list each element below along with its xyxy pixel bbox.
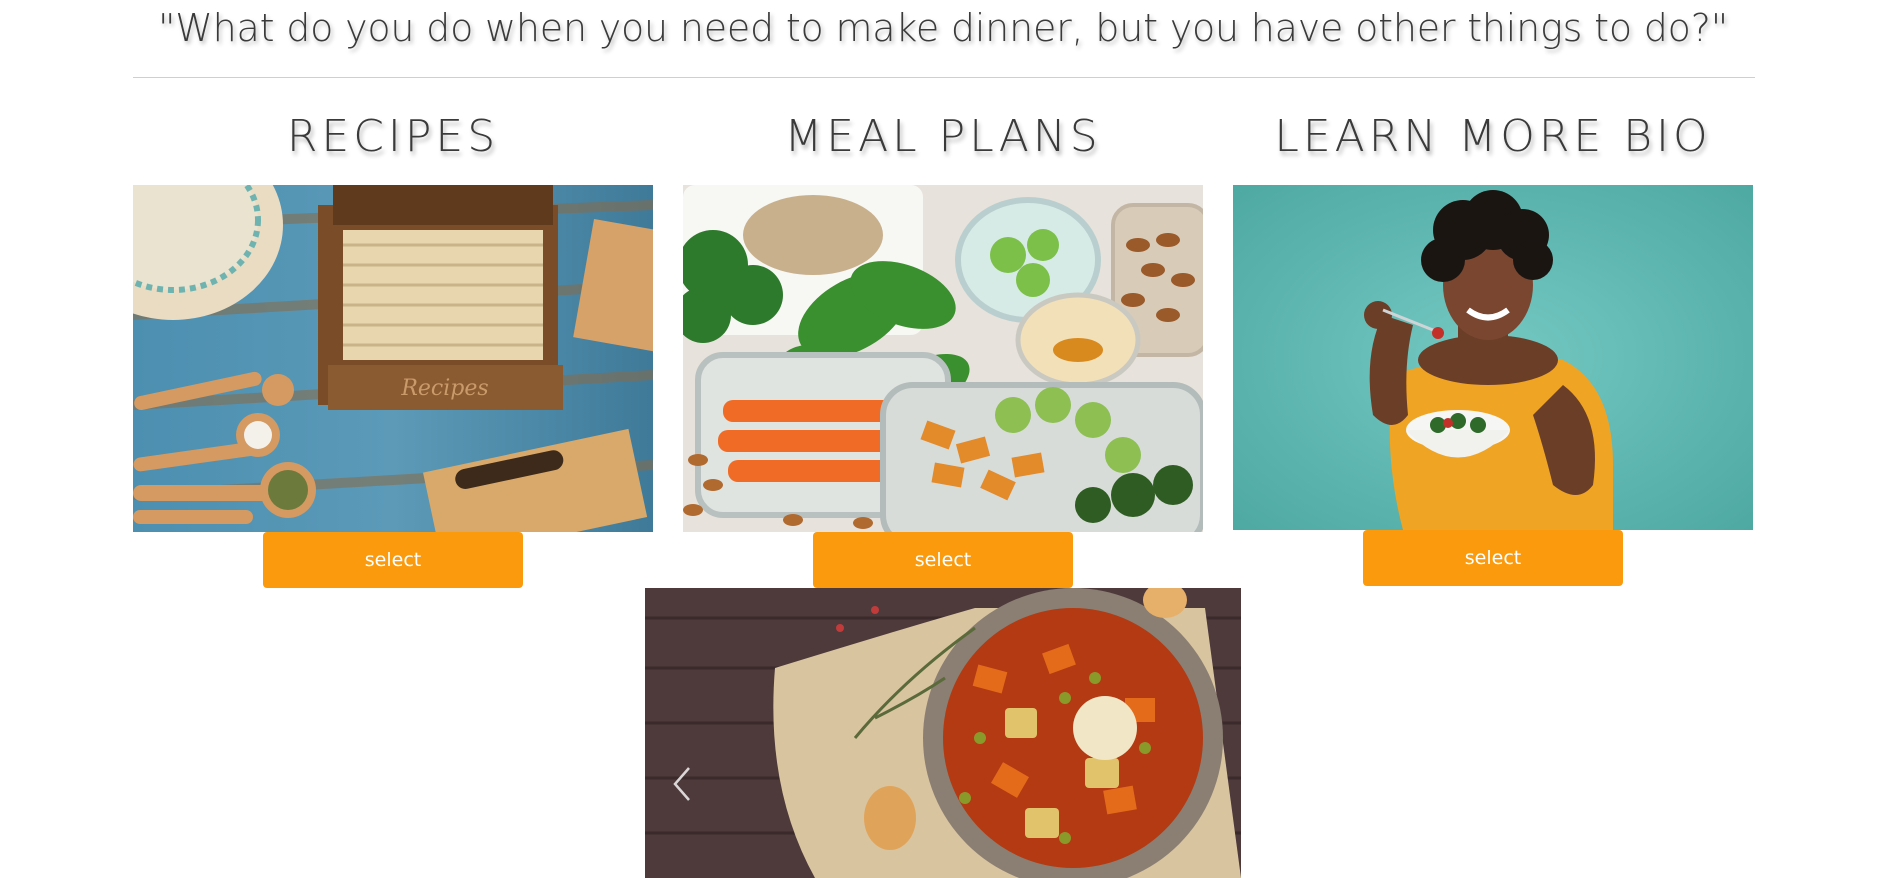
recipes-select-button[interactable]: select bbox=[263, 532, 523, 588]
recipes-image: Recipes bbox=[133, 185, 653, 532]
page-quote: "What do you do when you need to make di… bbox=[158, 6, 1728, 50]
meal-plans-image-art bbox=[683, 185, 1203, 532]
meal-plans-select-button[interactable]: select bbox=[813, 532, 1073, 588]
carousel bbox=[645, 588, 1241, 878]
card-meal-plans: MEAL PLANS select bbox=[683, 108, 1203, 588]
chevron-left-icon bbox=[673, 767, 690, 801]
card-title-meal-plans: MEAL PLANS bbox=[784, 111, 1102, 162]
meal-plans-image bbox=[683, 185, 1203, 532]
bio-select-button[interactable]: select bbox=[1363, 530, 1623, 586]
bio-image bbox=[1233, 185, 1753, 530]
carousel-prev-button[interactable] bbox=[667, 764, 697, 804]
recipes-image-art: Recipes bbox=[133, 185, 653, 532]
divider bbox=[133, 77, 1755, 78]
carousel-image-stew bbox=[645, 588, 1241, 878]
page: "What do you do when you need to make di… bbox=[0, 0, 1886, 878]
card-learn-more-bio: LEARN MORE BIO select bbox=[1233, 108, 1753, 586]
card-title-learn-more-bio: LEARN MORE BIO bbox=[1274, 111, 1712, 162]
bio-image-art bbox=[1233, 185, 1753, 530]
card-recipes: RECIPES Recipes select bbox=[133, 108, 653, 588]
card-title-recipes: RECIPES bbox=[286, 111, 500, 162]
svg-text:Recipes: Recipes bbox=[400, 376, 488, 401]
